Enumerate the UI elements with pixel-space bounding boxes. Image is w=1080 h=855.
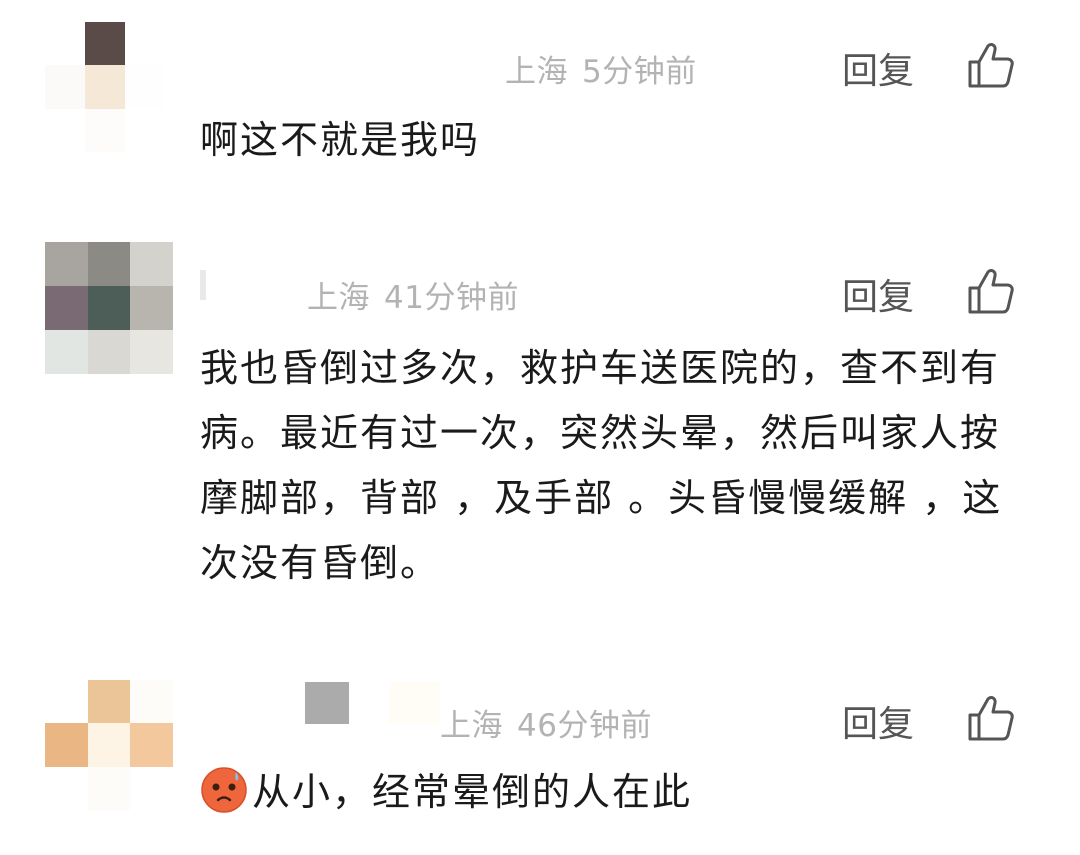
comment-text: 从小，经常晕倒的人在此 bbox=[252, 770, 693, 814]
comment-meta: 上海 46分钟前 bbox=[440, 700, 652, 745]
avatar[interactable] bbox=[45, 680, 173, 810]
thumbs-up-icon[interactable] bbox=[966, 693, 1016, 743]
username-mosaic[interactable] bbox=[305, 682, 440, 724]
dizzy-face-emoji bbox=[201, 767, 247, 813]
comment-location: 上海 bbox=[440, 708, 503, 744]
comment-time: 46分钟前 bbox=[517, 708, 652, 744]
comment-item: 上海 46分钟前 回复 从小，经常晕倒的人在此 bbox=[0, 0, 1080, 855]
reply-button[interactable]: 回复 bbox=[842, 695, 914, 747]
comment-text-row: 从小，经常晕倒的人在此 bbox=[200, 760, 1030, 825]
